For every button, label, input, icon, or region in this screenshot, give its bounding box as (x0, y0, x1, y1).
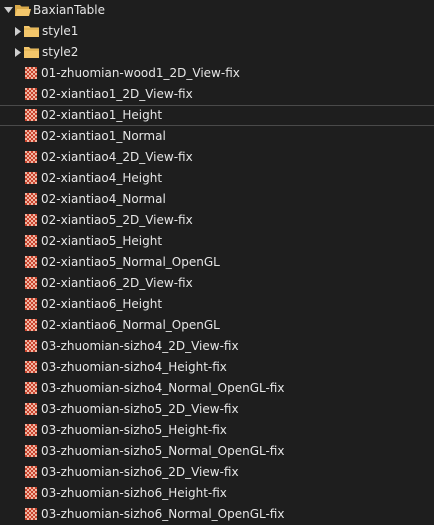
texture-label: 02-xiantiao4_2D_View-fix (41, 150, 193, 164)
texture-label: 03-zhuomian-sizho5_Normal_OpenGL-fix (41, 444, 285, 458)
texture-checker-icon (25, 88, 37, 100)
asset-tree: BaxianTable style1 style2 01-zhuomian-wo… (0, 0, 434, 525)
texture-label: 02-xiantiao6_Normal_OpenGL (41, 318, 220, 332)
texture-label: 02-xiantiao1_2D_View-fix (41, 87, 193, 101)
texture-checker-icon (25, 298, 37, 310)
tree-item-texture[interactable]: 02-xiantiao1_Normal (0, 126, 434, 147)
texture-checker-icon (25, 508, 37, 520)
tree-item-texture[interactable]: 01-zhuomian-wood1_2D_View-fix (0, 63, 434, 84)
tree-item-texture[interactable]: 03-zhuomian-sizho6_Normal_OpenGL-fix (0, 504, 434, 525)
tree-item-texture[interactable]: 02-xiantiao6_2D_View-fix (0, 273, 434, 294)
texture-checker-icon (25, 172, 37, 184)
tree-item-texture[interactable]: 03-zhuomian-sizho4_Normal_OpenGL-fix (0, 378, 434, 399)
texture-label: 02-xiantiao6_2D_View-fix (41, 276, 193, 290)
tree-item-texture[interactable]: 03-zhuomian-sizho5_2D_View-fix (0, 399, 434, 420)
folder-icon (23, 45, 40, 59)
tree-item-texture[interactable]: 02-xiantiao1_2D_View-fix (0, 84, 434, 105)
tree-item-texture-selected[interactable]: 02-xiantiao1_Height (0, 105, 434, 126)
tree-item-texture[interactable]: 02-xiantiao6_Normal_OpenGL (0, 315, 434, 336)
texture-label: 02-xiantiao6_Height (41, 297, 163, 311)
texture-checker-icon (25, 340, 37, 352)
texture-label: 02-xiantiao5_2D_View-fix (41, 213, 193, 227)
texture-checker-icon (25, 277, 37, 289)
texture-checker-icon (25, 319, 37, 331)
texture-label: 03-zhuomian-sizho4_2D_View-fix (41, 339, 239, 353)
texture-label: 03-zhuomian-sizho4_Height-fix (41, 360, 227, 374)
texture-checker-icon (25, 466, 37, 478)
tree-item-texture[interactable]: 03-zhuomian-sizho6_Height-fix (0, 483, 434, 504)
tree-item-texture[interactable]: 02-xiantiao5_Normal_OpenGL (0, 252, 434, 273)
tree-folder-style1[interactable]: style1 (0, 21, 434, 42)
tree-item-texture[interactable]: 03-zhuomian-sizho5_Normal_OpenGL-fix (0, 441, 434, 462)
tree-root-label: BaxianTable (33, 3, 106, 17)
texture-label: 02-xiantiao1_Normal (41, 129, 166, 143)
texture-label: 03-zhuomian-sizho5_2D_View-fix (41, 402, 239, 416)
texture-label: 01-zhuomian-wood1_2D_View-fix (41, 66, 240, 80)
tree-item-texture[interactable]: 02-xiantiao4_Height (0, 168, 434, 189)
texture-checker-icon (25, 445, 37, 457)
texture-label: 03-zhuomian-sizho6_Normal_OpenGL-fix (41, 507, 285, 521)
tree-item-texture[interactable]: 02-xiantiao6_Height (0, 294, 434, 315)
texture-label: 02-xiantiao4_Normal (41, 192, 166, 206)
tree-item-texture[interactable]: 02-xiantiao5_Height (0, 231, 434, 252)
tree-root-baxiantable[interactable]: BaxianTable (0, 0, 434, 21)
tree-item-texture[interactable]: 03-zhuomian-sizho4_2D_View-fix (0, 336, 434, 357)
chevron-down-icon[interactable] (4, 0, 14, 21)
texture-checker-icon (25, 382, 37, 394)
folder-label: style2 (42, 45, 79, 59)
texture-checker-icon (25, 487, 37, 499)
tree-item-texture[interactable]: 03-zhuomian-sizho6_2D_View-fix (0, 462, 434, 483)
texture-label: 03-zhuomian-sizho5_Height-fix (41, 423, 227, 437)
tree-folder-style2[interactable]: style2 (0, 42, 434, 63)
texture-label: 02-xiantiao5_Height (41, 234, 163, 248)
tree-item-texture[interactable]: 02-xiantiao4_Normal (0, 189, 434, 210)
texture-checker-icon (25, 403, 37, 415)
texture-checker-icon (25, 193, 37, 205)
tree-item-texture[interactable]: 03-zhuomian-sizho4_Height-fix (0, 357, 434, 378)
tree-item-texture[interactable]: 03-zhuomian-sizho5_Height-fix (0, 420, 434, 441)
texture-checker-icon (25, 424, 37, 436)
texture-checker-icon (25, 67, 37, 79)
texture-label: 03-zhuomian-sizho4_Normal_OpenGL-fix (41, 381, 285, 395)
texture-checker-icon (25, 361, 37, 373)
texture-checker-icon (25, 130, 37, 142)
texture-checker-icon (25, 151, 37, 163)
texture-label: 02-xiantiao5_Normal_OpenGL (41, 255, 220, 269)
folder-icon (23, 24, 40, 38)
texture-checker-icon (25, 235, 37, 247)
texture-checker-icon (25, 256, 37, 268)
texture-checker-icon (25, 214, 37, 226)
texture-label: 03-zhuomian-sizho6_2D_View-fix (41, 465, 239, 479)
folder-open-icon (14, 3, 31, 17)
texture-label: 03-zhuomian-sizho6_Height-fix (41, 486, 227, 500)
texture-label: 02-xiantiao1_Height (41, 108, 163, 122)
tree-item-texture[interactable]: 02-xiantiao4_2D_View-fix (0, 147, 434, 168)
texture-label: 02-xiantiao4_Height (41, 171, 163, 185)
tree-item-texture[interactable]: 02-xiantiao5_2D_View-fix (0, 210, 434, 231)
folder-label: style1 (42, 24, 79, 38)
texture-checker-icon (25, 109, 37, 121)
